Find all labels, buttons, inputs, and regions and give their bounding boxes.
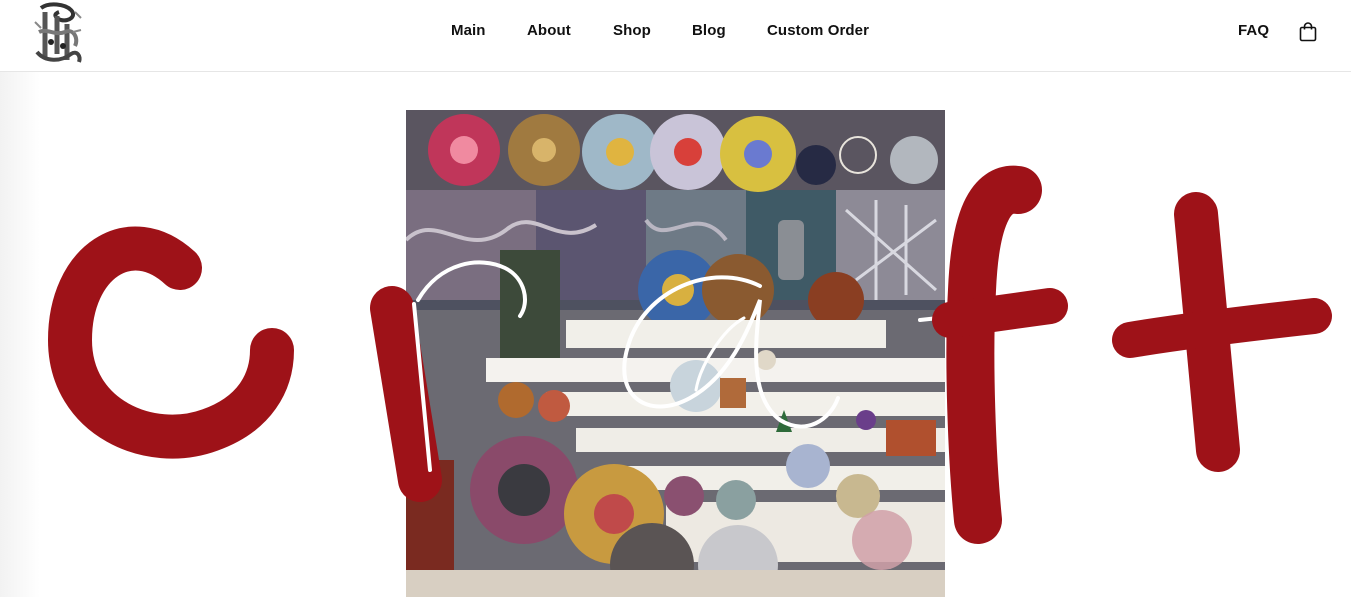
hero-letter-t	[1174, 192, 1240, 472]
shopping-bag-icon[interactable]	[1297, 21, 1319, 43]
nav-item-about[interactable]: About	[527, 22, 571, 39]
hero-letter-f	[946, 165, 1042, 544]
page-edge-shade	[0, 72, 40, 597]
hero-photo	[406, 110, 945, 597]
site-header: Main About Shop Blog Custom Order FAQ	[0, 0, 1351, 72]
nav-item-main[interactable]: Main	[451, 22, 486, 39]
nav-item-faq[interactable]: FAQ	[1238, 22, 1269, 39]
nav-item-blog[interactable]: Blog	[692, 22, 726, 39]
main-nav: Main About Shop Blog Custom Order FAQ	[0, 22, 1351, 42]
resin-art-studio-photo	[406, 110, 945, 597]
nav-item-custom-order[interactable]: Custom Order	[767, 22, 869, 39]
nav-item-shop[interactable]: Shop	[613, 22, 651, 39]
hero-letter-c	[47, 226, 294, 459]
hero-letter-f-bar	[932, 288, 1068, 338]
hero-letter-t-bar	[1112, 298, 1332, 358]
